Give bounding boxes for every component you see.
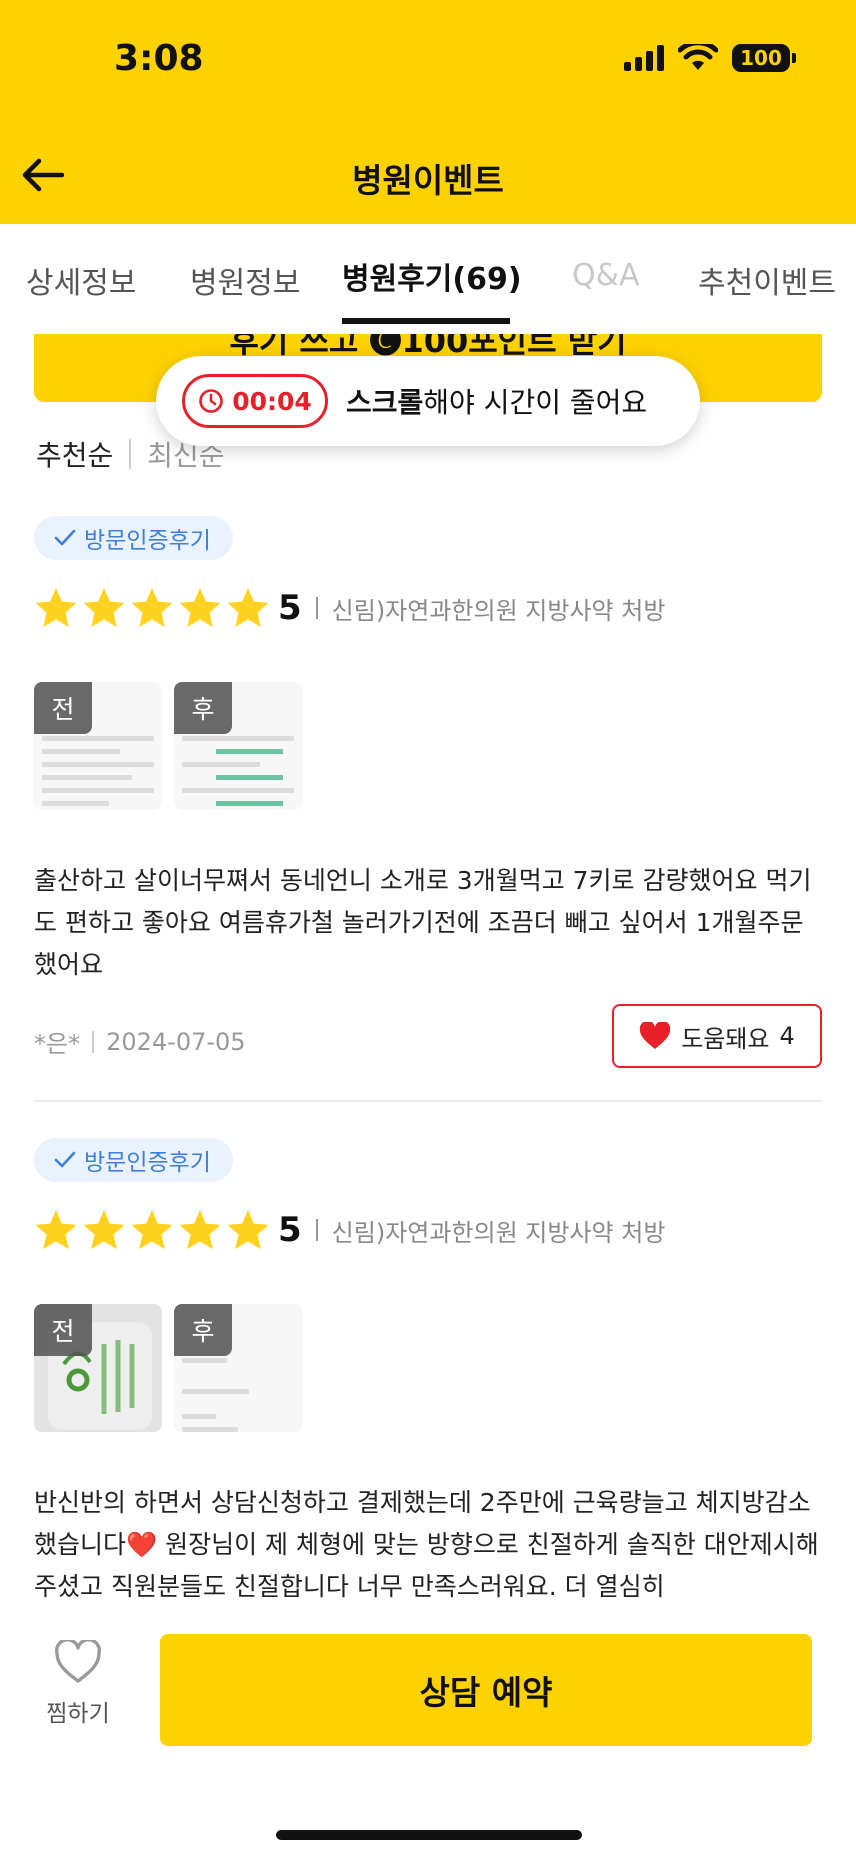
review-photos: 전 후 (34, 1304, 822, 1432)
star-icon (227, 1210, 269, 1249)
clinic-treatment: 신림)자연과한의원 지방사약 처방 (331, 596, 666, 625)
toast-message-bold: 스크롤 (346, 386, 424, 419)
timer-value: 00:04 (232, 386, 312, 416)
before-photo[interactable]: 전 (34, 1304, 162, 1432)
rating-score: 5 (278, 1210, 302, 1250)
before-label: 전 (34, 682, 92, 734)
rating-row: 5 신림)자연과한의원 지방사약 처방 (34, 1206, 822, 1254)
clinic-treatment: 신림)자연과한의원 지방사약 처방 (331, 1218, 666, 1247)
battery-icon: 100 (732, 44, 796, 72)
sort-divider (129, 439, 132, 469)
rating-divider (315, 1219, 318, 1241)
review-author-date: *은* 2024-07-05 (34, 1024, 246, 1059)
star-icon (35, 1210, 77, 1249)
heart-filled-icon (640, 1022, 671, 1049)
after-label: 후 (174, 682, 232, 734)
before-label: 전 (34, 1304, 92, 1356)
check-icon (54, 529, 76, 546)
after-photo[interactable]: 후 (174, 682, 302, 810)
sort-recommended[interactable]: 추천순 (36, 434, 113, 474)
review-author: *은* (34, 1030, 81, 1058)
tab-hospital-info[interactable]: 병원정보 (190, 258, 300, 302)
star-rating (34, 586, 270, 630)
helpful-count: 4 (779, 1022, 795, 1050)
rating-divider (315, 597, 318, 619)
meta-divider (92, 1030, 95, 1053)
helpful-label: 도움돼요 (681, 1024, 770, 1053)
wifi-icon (678, 44, 718, 70)
tab-qna[interactable]: Q&A (572, 258, 640, 293)
review-card: 방문인증후기 5 신림)자연과한의원 지방사약 처방 전 후 출산하고 살이너무… (34, 516, 822, 1068)
toast-message: 스크롤해야 시간이 줄어요 (346, 381, 647, 421)
verified-visit-badge: 방문인증후기 (34, 1138, 233, 1182)
after-label: 후 (174, 1304, 232, 1356)
wishlist-label: 찜하기 (46, 1701, 110, 1727)
page-title: 병원이벤트 (352, 161, 504, 200)
review-date: 2024-07-05 (106, 1027, 246, 1056)
tab-bar: 상세정보 병원정보 병원후기(69) Q&A 추천이벤트 (0, 224, 856, 324)
timer-pill: 00:04 (182, 374, 328, 428)
home-indicator (276, 1830, 582, 1840)
app-header: 3:08 100 병원이벤트 (0, 0, 856, 224)
bottom-action-bar: 찜하기 상담 예약 (0, 1612, 856, 1856)
scroll-timer-toast: 00:04 스크롤해야 시간이 줄어요 (156, 356, 700, 446)
consultation-reserve-button[interactable]: 상담 예약 (160, 1634, 812, 1746)
tab-recommended-events[interactable]: 추천이벤트 (698, 258, 836, 302)
review-card: 방문인증후기 5 신림)자연과한의원 지방사약 처방 전 후 반신반의 하면서 … (34, 1138, 822, 1642)
star-icon (227, 588, 269, 627)
tab-reviews[interactable]: 병원후기(69) (342, 254, 522, 298)
wishlist-button[interactable]: 찜하기 (30, 1638, 126, 1728)
helpful-button[interactable]: 도움돼요 4 (612, 1004, 822, 1068)
before-photo[interactable]: 전 (34, 682, 162, 810)
status-time: 3:08 (114, 38, 204, 79)
star-icon (35, 588, 77, 627)
star-icon (131, 1210, 173, 1249)
heart-outline-icon (55, 1638, 101, 1683)
toast-message-rest: 해야 시간이 줄어요 (423, 386, 648, 419)
cellular-signal-icon (624, 45, 664, 71)
star-icon (83, 1210, 125, 1249)
rating-score: 5 (278, 588, 302, 628)
star-icon (131, 588, 173, 627)
tab-detail-info[interactable]: 상세정보 (26, 258, 136, 302)
after-photo[interactable]: 후 (174, 1304, 302, 1432)
rating-row: 5 신림)자연과한의원 지방사약 처방 (34, 584, 822, 632)
review-photos: 전 후 (34, 682, 822, 810)
badge-label: 방문인증후기 (84, 1150, 211, 1176)
badge-label: 방문인증후기 (84, 528, 211, 554)
verified-visit-badge: 방문인증후기 (34, 516, 233, 560)
check-icon (54, 1151, 76, 1168)
clock-icon (199, 389, 224, 413)
star-rating (34, 1208, 270, 1252)
review-meta: *은* 2024-07-05 도움돼요 4 (34, 1004, 822, 1068)
star-icon (179, 1210, 221, 1249)
star-icon (179, 588, 221, 627)
status-icons: 100 (624, 44, 796, 72)
review-divider (34, 1100, 822, 1102)
star-icon (83, 588, 125, 627)
active-tab-indicator (342, 318, 510, 324)
review-text: 출산하고 살이너무쪄서 동네언니 소개로 3개월먹고 7키로 감량했어요 먹기도… (34, 866, 812, 979)
